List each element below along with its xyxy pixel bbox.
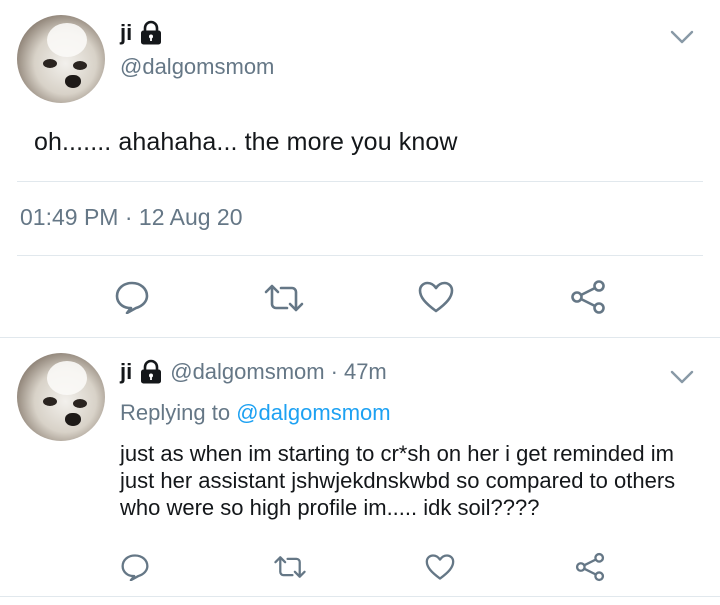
like-button[interactable] xyxy=(422,551,458,583)
name-row: ji xyxy=(120,20,164,46)
replying-to: Replying to @dalgomsmom xyxy=(120,400,391,426)
handle[interactable]: @dalgomsmom xyxy=(170,359,324,385)
tweet-divider xyxy=(0,337,720,338)
tweet-text: oh....... ahahaha... the more you know xyxy=(34,128,458,156)
share-button[interactable] xyxy=(568,279,608,315)
timestamp[interactable]: 01:49 PM · 12 Aug 20 xyxy=(20,204,243,231)
avatar-fur xyxy=(47,361,87,395)
avatar[interactable] xyxy=(17,15,105,103)
avatar-nose xyxy=(65,413,81,426)
avatar-eye-right xyxy=(73,61,87,70)
tweet-time: 01:49 PM xyxy=(20,204,119,230)
avatar-fur xyxy=(47,23,87,57)
chevron-down-icon[interactable] xyxy=(669,29,695,45)
tweet-text: just as when im starting to cr*sh on her… xyxy=(120,441,676,520)
display-name[interactable]: ji xyxy=(120,20,132,46)
avatar-nose xyxy=(65,75,81,88)
avatar-eye-right xyxy=(73,399,87,408)
handle[interactable]: @dalgomsmom xyxy=(120,54,274,80)
avatar[interactable] xyxy=(17,353,105,441)
reply-icon xyxy=(121,554,149,581)
reply-icon xyxy=(115,281,149,314)
main-tweet: ji @dalgomsmom oh....... ahahaha... the … xyxy=(0,0,720,338)
divider xyxy=(17,181,703,182)
reply-button[interactable] xyxy=(117,551,153,583)
replying-to-link[interactable]: @dalgomsmom xyxy=(236,400,390,425)
like-button[interactable] xyxy=(416,279,456,315)
retweet-button[interactable] xyxy=(270,552,310,582)
replying-prefix: Replying to xyxy=(120,400,231,425)
divider xyxy=(17,255,703,256)
tweet-divider xyxy=(0,596,720,597)
separator: · xyxy=(124,204,133,230)
reply-button[interactable] xyxy=(112,279,152,315)
lock-icon xyxy=(141,359,162,384)
tweet-date: 12 Aug 20 xyxy=(138,204,243,230)
like-icon xyxy=(425,554,455,580)
separator: · xyxy=(330,359,338,384)
display-name[interactable]: ji xyxy=(120,359,132,385)
chevron-down-icon[interactable] xyxy=(669,369,695,385)
tweet-age[interactable]: 47m xyxy=(344,359,387,385)
retweet-icon xyxy=(274,556,306,578)
retweet-icon xyxy=(264,284,304,312)
share-icon xyxy=(575,552,605,582)
share-icon xyxy=(571,280,605,314)
reply-header: ji @dalgomsmom · 47m xyxy=(120,359,387,385)
share-button[interactable] xyxy=(572,550,608,584)
avatar-eye-left xyxy=(43,397,57,406)
lock-icon xyxy=(141,20,162,45)
like-icon xyxy=(418,281,454,313)
avatar-eye-left xyxy=(43,59,57,68)
retweet-button[interactable] xyxy=(262,281,306,315)
